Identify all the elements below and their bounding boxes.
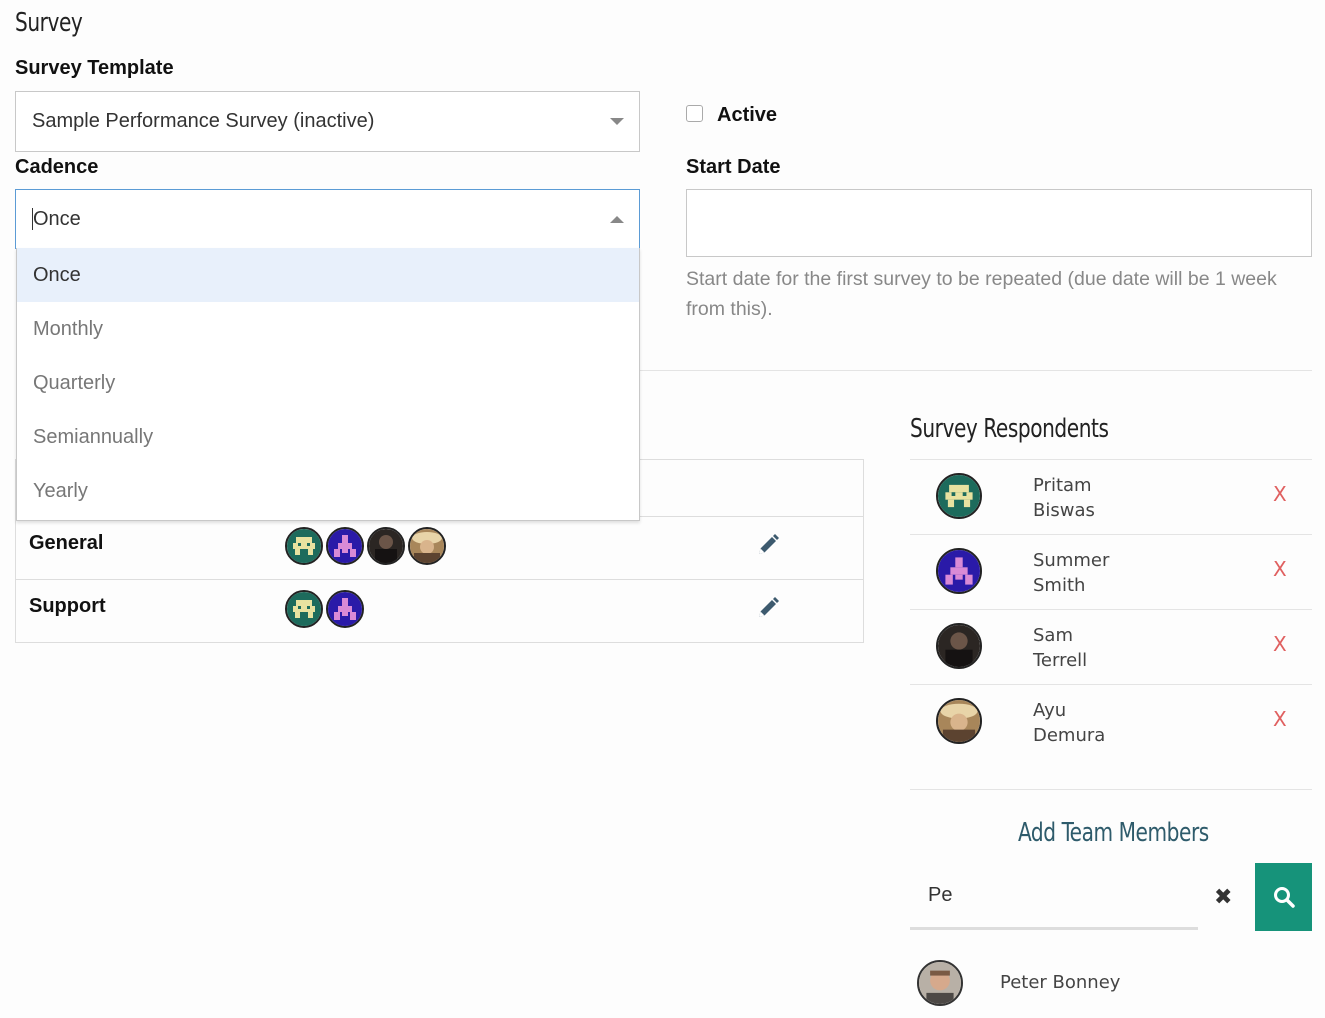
divider — [910, 789, 1312, 790]
remove-respondent-button[interactable]: X — [1273, 707, 1287, 731]
respondent-first-name: Summer — [1033, 550, 1110, 571]
team-name: General — [29, 532, 104, 554]
respondent-name: Summer Smith — [1033, 548, 1109, 598]
respondent-first-name: Pritam — [1033, 475, 1092, 496]
cadence-select[interactable]: Once — [15, 189, 640, 249]
remove-respondent-button[interactable]: X — [1273, 632, 1287, 656]
avatar — [285, 527, 323, 565]
member-search-input[interactable]: Pe — [910, 866, 1198, 930]
list-item: Ayu Demura X — [910, 684, 1312, 759]
avatar — [326, 590, 364, 628]
cadence-dropdown: Once Monthly Quarterly Semiannually Year… — [16, 248, 640, 521]
cadence-option-quarterly[interactable]: Quarterly — [17, 356, 639, 410]
start-date-input[interactable] — [686, 189, 1312, 257]
chevron-down-icon — [610, 118, 624, 125]
start-date-label: Start Date — [686, 156, 781, 178]
search-result-name[interactable]: Peter Bonney — [1000, 972, 1120, 993]
cadence-option-semiannually[interactable]: Semiannually — [17, 410, 639, 464]
avatar — [326, 527, 364, 565]
table-row: General — [16, 516, 863, 579]
table-row: Support — [16, 579, 863, 642]
clear-icon[interactable]: ✖ — [1214, 884, 1232, 910]
active-label: Active — [717, 104, 778, 126]
pencil-icon[interactable] — [756, 533, 780, 557]
divider — [640, 370, 1312, 371]
avatar — [936, 623, 982, 669]
cadence-selected-text: Once — [33, 207, 81, 230]
team-avatars — [285, 590, 367, 628]
team-avatars — [285, 527, 449, 565]
respondent-last-name: Terrell — [1033, 650, 1088, 671]
respondent-last-name: Biswas — [1033, 500, 1095, 521]
cadence-option-yearly[interactable]: Yearly — [17, 464, 639, 518]
avatar — [936, 698, 982, 744]
avatar — [917, 960, 963, 1006]
list-item: Sam Terrell X — [910, 609, 1312, 684]
page-title: Survey — [15, 8, 83, 38]
respondents-title: Survey Respondents — [910, 414, 1109, 444]
avatar — [408, 527, 446, 565]
remove-respondent-button[interactable]: X — [1273, 482, 1287, 506]
respondent-name: Ayu Demura — [1033, 698, 1105, 748]
chevron-up-icon — [610, 215, 624, 223]
cadence-label: Cadence — [15, 156, 99, 178]
active-checkbox[interactable] — [686, 105, 703, 122]
search-button[interactable] — [1255, 863, 1312, 931]
avatar — [367, 527, 405, 565]
survey-template-select[interactable]: Sample Performance Survey (inactive) — [15, 91, 640, 152]
avatar — [936, 548, 982, 594]
list-item: Pritam Biswas X — [910, 459, 1312, 534]
respondent-first-name: Ayu — [1033, 700, 1067, 721]
team-name: Support — [29, 595, 106, 617]
respondent-last-name: Demura — [1033, 725, 1106, 746]
survey-template-label: Survey Template — [15, 57, 174, 79]
cadence-option-monthly[interactable]: Monthly — [17, 302, 639, 356]
start-date-help: Start date for the first survey to be re… — [686, 268, 1277, 320]
respondent-last-name: Smith — [1033, 575, 1086, 596]
avatar — [936, 473, 982, 519]
respondent-first-name: Sam — [1033, 625, 1073, 646]
search-icon — [1273, 887, 1295, 908]
pencil-icon[interactable] — [756, 596, 780, 620]
avatar — [285, 590, 323, 628]
survey-template-value: Sample Performance Survey (inactive) — [32, 110, 375, 132]
respondent-name: Pritam Biswas — [1033, 473, 1095, 523]
respondent-name: Sam Terrell — [1033, 623, 1087, 673]
add-members-title: Add Team Members — [1018, 818, 1209, 848]
cadence-option-once[interactable]: Once — [17, 248, 639, 302]
cadence-value: Once — [32, 208, 610, 231]
list-item: Summer Smith X — [910, 534, 1312, 609]
remove-respondent-button[interactable]: X — [1273, 557, 1287, 581]
